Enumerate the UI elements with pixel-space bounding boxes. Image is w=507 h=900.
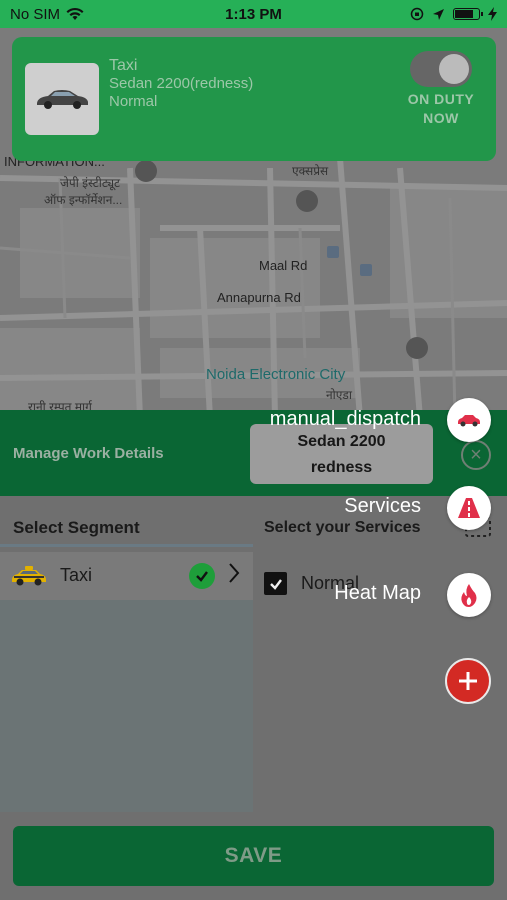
taxi-icon (12, 566, 46, 586)
on-duty-toggle[interactable] (410, 51, 472, 87)
segment-row-taxi[interactable]: Taxi (0, 552, 253, 600)
plus-icon[interactable] (445, 658, 491, 704)
map-label-noida-hindi: नोएडा (326, 388, 352, 402)
charging-bolt-icon (488, 7, 497, 21)
check-circle-icon (189, 563, 215, 589)
battery-fill (455, 10, 473, 18)
driver-status-card: Taxi Sedan 2200(redness) Normal ON DUTY … (12, 37, 496, 161)
manage-work-title: Manage Work Details (13, 445, 164, 462)
vehicle-thumbnail (25, 63, 99, 135)
carrier-label: No SIM (10, 5, 61, 23)
flame-icon[interactable] (447, 573, 491, 617)
save-button[interactable]: SAVE (13, 826, 494, 886)
vehicle-chip-line1: Sedan 2200 (297, 433, 386, 450)
vehicle-model-label: Sedan 2200(redness) (109, 75, 254, 92)
car-icon[interactable] (447, 398, 491, 442)
checkbox-checked-icon[interactable] (264, 572, 287, 595)
on-duty-label: ON DUTY NOW (394, 90, 488, 128)
clock: 1:13 PM (225, 5, 282, 23)
map-label-annapurna-rd: Annapurna Rd (217, 290, 301, 305)
wifi-icon (66, 7, 84, 20)
segment-divider (0, 544, 253, 547)
duty-label-line1: ON DUTY (407, 91, 475, 107)
map-label-maal-rd: Maal Rd (259, 258, 308, 273)
segment-label: Taxi (60, 565, 93, 585)
duty-label-line2: NOW (423, 110, 459, 126)
orientation-lock-icon (410, 7, 424, 21)
sedan-car-icon (37, 90, 88, 109)
status-bar: No SIM 1:13 PM (0, 0, 507, 28)
segment-column: Select Segment Taxi (0, 496, 253, 812)
fab-label-heat-map[interactable]: Heat Map (334, 582, 421, 605)
service-label: Normal (109, 93, 158, 110)
close-icon[interactable]: × (461, 440, 491, 470)
map-label-hindi2: ऑफ इन्फॉर्मेशन... (44, 193, 123, 207)
manage-work-bar: Manage Work Details Sedan 2200 redness × (0, 410, 507, 496)
selected-vehicle-chip[interactable]: Sedan 2200 redness (250, 424, 433, 484)
fab-label-services[interactable]: Services (344, 495, 421, 518)
battery-icon (453, 8, 483, 20)
map-label-hindi1: जेपी इंस्टीट्यूट (60, 176, 121, 190)
road-icon[interactable] (447, 486, 491, 530)
location-arrow-icon (433, 8, 444, 20)
vehicle-chip-line2: redness (310, 459, 373, 476)
map-label-noida-city: Noida Electronic City (206, 366, 346, 383)
toggle-knob (439, 54, 469, 84)
chevron-right-icon[interactable] (228, 562, 240, 590)
services-header: Select your Services (264, 519, 421, 536)
fab-label-manual-dispatch[interactable]: manual_dispatch (270, 408, 421, 431)
work-details-panel: Select Segment Taxi Select your Services (0, 496, 507, 900)
map-label-hindi3: एक्सप्रेस (292, 164, 329, 178)
vehicle-type-label: Taxi (109, 57, 138, 74)
segment-header: Select Segment (13, 518, 140, 537)
segment-list-area (0, 600, 253, 812)
